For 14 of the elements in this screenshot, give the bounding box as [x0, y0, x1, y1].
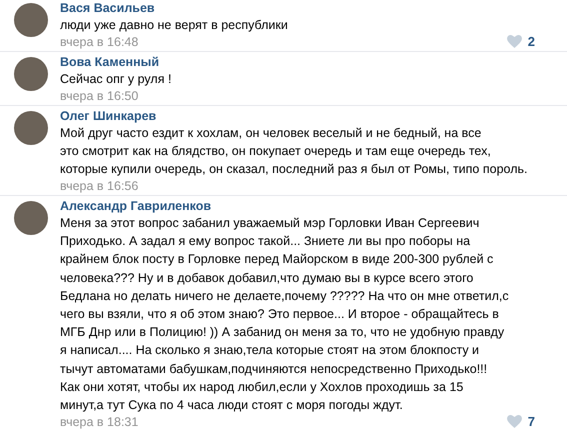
like-count: 7 — [528, 414, 535, 430]
avatar-photo-placeholder[interactable] — [14, 57, 48, 91]
author-name-link[interactable]: Вова Каменный — [60, 55, 535, 70]
avatar-photo-placeholder[interactable] — [14, 3, 48, 37]
comment-text: Мой друг часто ездит к хохлам, он человек веселый и не бедный, на все это смотрит как на блядство, он покупает очередь и там еще очередь тех, которые купили очередь, он сказал, последний раз я был от Ромы, типо пороль. — [60, 125, 528, 178]
comment-text: Меня за этот вопрос забанил уважаемый мэр Горловки Иван Сергеевич Приходько. А задал я ему вопрос такой... Зниете ли вы про поборы на крайнем блок посту в Горловке перед Майорском в виде 200-300 рублей с человека??? Ну и в добавок добавил,что думаю вы в курсе всего этого Бедлана но делать ничего не делаете,почему ????? На что он мне ответил,с чего вы взяли, что я об этом знаю? Это первое... И второе - обращайтесь в МГБ Днр или в Полицию! )) А забанид он меня за то, что не удобную правду я написал.... На сколько я знаю,тела которые стоят на этом блокпосту и тычут автоматами бабушкам,подчиняются непосредственно Приходько!!! Как они хотят, чтобы их народ любил,если у Хохлов проходишь за 15 минут,а тут Сука по 4 часа люди стоят с моря погоды ждут. — [60, 215, 510, 414]
avatar-photo-placeholder[interactable] — [14, 111, 48, 145]
author-name-link[interactable]: Александр Гавриленков — [60, 199, 535, 214]
author-name-link[interactable]: Олег Шинкарев — [60, 109, 535, 124]
avatar-photo-placeholder[interactable] — [14, 201, 48, 235]
like-count: 2 — [528, 34, 535, 49]
comment-text: Сейчас опг у руля ! — [60, 71, 172, 88]
author-name-link[interactable]: Вася Васильев — [60, 1, 535, 16]
comment-text: люди уже давно не верят в республики — [60, 17, 289, 34]
